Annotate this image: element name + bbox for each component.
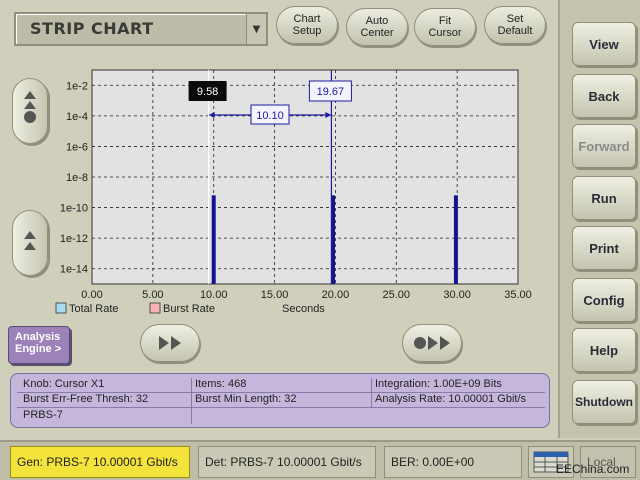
- y-tick-label: 1e-4: [66, 111, 88, 123]
- info-panel: Knob: Cursor X1 Items: 468 Integration: …: [10, 373, 550, 428]
- back-button[interactable]: Back: [572, 74, 636, 118]
- cursor-label-1: 9.58: [197, 86, 218, 98]
- shutdown-button[interactable]: Shutdown: [572, 380, 636, 424]
- x-axis-label: Seconds: [282, 303, 325, 315]
- data-bar: [211, 195, 216, 284]
- pattern-value: PRBS-7: [23, 409, 63, 421]
- generator-status[interactable]: Gen: PRBS-7 10.00001 Gbit/s: [10, 446, 190, 478]
- divider: [191, 378, 192, 424]
- forward-button[interactable]: Forward: [572, 124, 636, 168]
- center-dot-icon: [414, 337, 426, 349]
- x-axis-ticks: 0.00 5.00 10.00 15.00 20.00 25.00 30.00 35.00: [81, 289, 531, 301]
- right-arrow-icon: [159, 336, 169, 350]
- x-tick-label: 0.00: [81, 289, 102, 301]
- data-bar: [453, 195, 458, 284]
- x-tick-label: 30.00: [443, 289, 471, 301]
- legend-swatch-total-rate: [55, 302, 67, 314]
- strip-chart-plot: 1e-2 1e-4 1e-6 1e-8 1e-10 1e-12 1e-14 0.00 5.00…: [55, 69, 532, 315]
- scroll-right-button[interactable]: [140, 324, 200, 362]
- chart-setup-button[interactable]: Chart Setup: [276, 6, 338, 44]
- run-button[interactable]: Run: [572, 176, 636, 220]
- x-tick-label: 15.00: [261, 289, 289, 301]
- y-tick-label: 1e-12: [60, 233, 88, 245]
- dropdown-arrow-icon[interactable]: ▼: [246, 14, 266, 44]
- burst-thresh-value: Burst Err-Free Thresh: 32: [23, 393, 149, 405]
- y-tick-label: 1e-8: [66, 172, 88, 184]
- legend: Total Rate Burst Rate Seconds: [55, 302, 325, 315]
- watermark-text: EEChina.com: [556, 462, 630, 476]
- y-tick-label: 1e-14: [60, 264, 88, 276]
- delta-label: 10.10: [256, 110, 284, 122]
- scroll-to-end-button[interactable]: [402, 324, 462, 362]
- fit-cursor-button[interactable]: Fit Cursor: [414, 8, 476, 46]
- y-axis-ticks: 1e-2 1e-4 1e-6 1e-8 1e-10 1e-12 1e-14: [60, 80, 88, 275]
- x-tick-label: 25.00: [383, 289, 411, 301]
- analysis-rate-value: Analysis Rate: 10.00001 Gbit/s: [375, 393, 527, 405]
- set-default-button[interactable]: Set Default: [484, 6, 546, 44]
- config-button[interactable]: Config: [572, 278, 636, 322]
- y-tick-label: 1e-6: [66, 141, 88, 153]
- right-arrow-icon: [428, 336, 438, 350]
- divider: [17, 407, 545, 408]
- y-tick-label: 1e-2: [66, 80, 88, 92]
- x-tick-label: 35.00: [504, 289, 532, 301]
- items-count: Items: 468: [195, 378, 247, 390]
- x-tick-label: 5.00: [142, 289, 163, 301]
- print-button[interactable]: Print: [572, 226, 636, 270]
- y-tick-label: 1e-10: [60, 203, 88, 215]
- legend-label-total-rate: Total Rate: [69, 303, 119, 315]
- right-nav-panel: View Back Forward Run Print Config Help …: [558, 0, 640, 438]
- right-arrow-icon: [440, 336, 450, 350]
- status-bar: Gen: PRBS-7 10.00001 Gbit/s Det: PRBS-7 …: [0, 440, 640, 480]
- view-selector-dropdown[interactable]: STRIP CHART ▼: [14, 12, 268, 46]
- strip-chart-app: STRIP CHART ▼ Chart Setup Auto Center Fi…: [0, 0, 640, 480]
- ber-status[interactable]: BER: 0.00E+00: [384, 446, 522, 478]
- auto-center-button[interactable]: Auto Center: [346, 8, 408, 46]
- knob-status: Knob: Cursor X1: [23, 378, 105, 390]
- analysis-engine-button[interactable]: Analysis Engine >: [8, 326, 70, 364]
- legend-swatch-burst-rate: [149, 302, 161, 314]
- view-title: STRIP CHART: [30, 19, 154, 38]
- x-tick-label: 10.00: [200, 289, 228, 301]
- legend-label-burst-rate: Burst Rate: [163, 303, 215, 315]
- x-tick-label: 20.00: [322, 289, 350, 301]
- cursor-label-2: 19.67: [317, 86, 345, 98]
- help-button[interactable]: Help: [572, 328, 636, 372]
- integration-value: Integration: 1.00E+09 Bits: [375, 378, 502, 390]
- detector-status[interactable]: Det: PRBS-7 10.00001 Gbit/s: [198, 446, 376, 478]
- burst-min-length-value: Burst Min Length: 32: [195, 393, 297, 405]
- view-button[interactable]: View: [572, 22, 636, 66]
- right-arrow-icon: [171, 336, 181, 350]
- divider: [371, 378, 372, 408]
